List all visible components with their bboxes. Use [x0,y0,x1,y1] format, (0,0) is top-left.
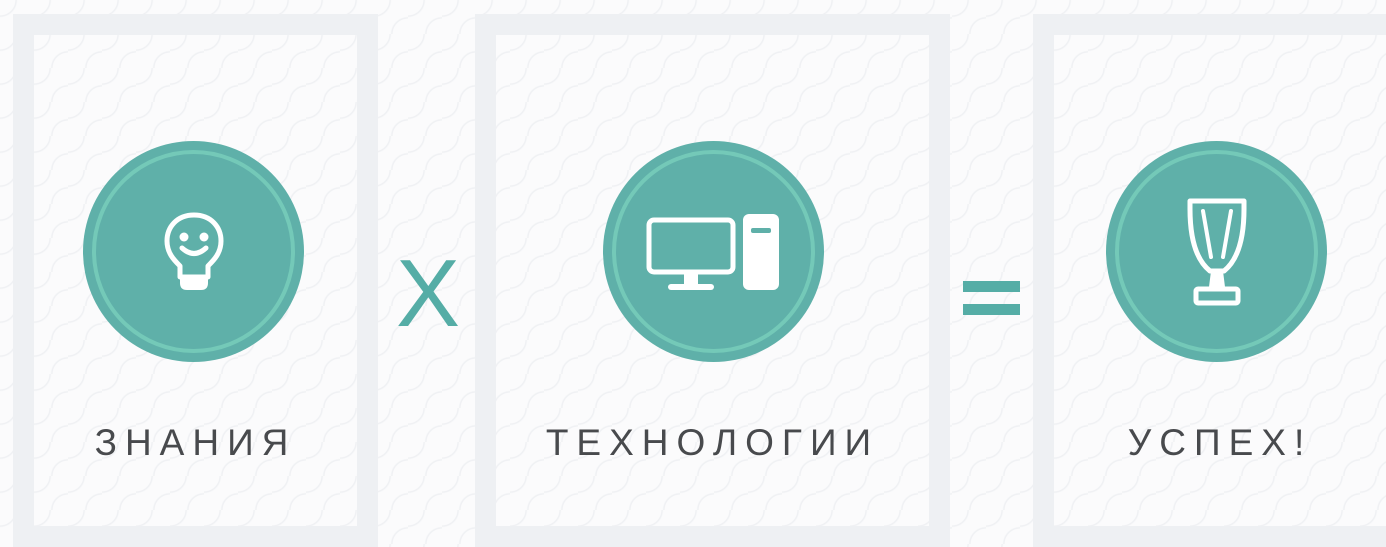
success-label: УСПЕХ! [1127,422,1313,463]
knowledge-card: ЗНАНИЯ [13,14,378,547]
success-icon-circle [1106,141,1327,362]
equals-bottom-bar [963,304,1020,315]
technology-card: ТЕХНОЛОГИИ [475,14,950,547]
technology-icon-circle [603,141,824,362]
knowledge-icon-circle [83,141,304,362]
smiling-lightbulb-icon [164,212,223,290]
trophy-cup-icon [1187,198,1246,305]
knowledge-label: ЗНАНИЯ [94,422,297,463]
multiply-operator: X [396,240,461,347]
equals-top-bar [963,281,1020,292]
technology-label: ТЕХНОЛОГИИ [545,422,880,463]
success-card: УСПЕХ! [1033,14,1386,547]
desktop-computer-icon [646,213,779,290]
